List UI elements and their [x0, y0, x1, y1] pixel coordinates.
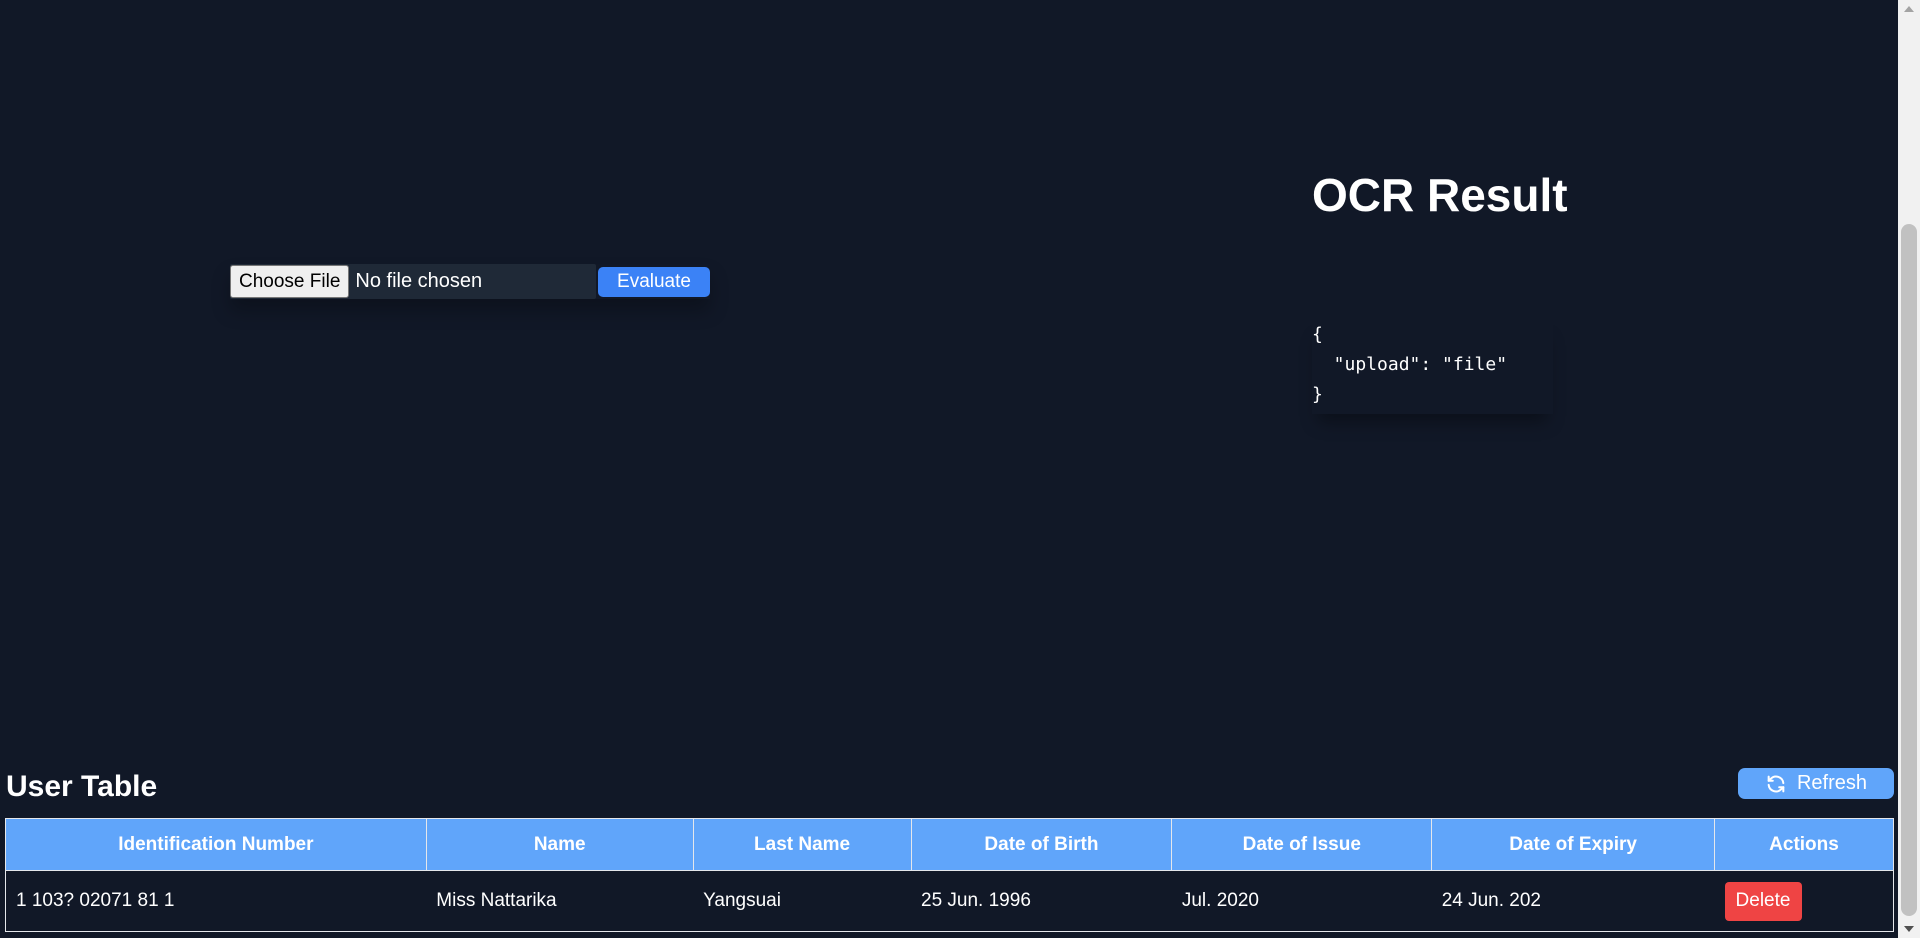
refresh-button[interactable]: Refresh [1738, 768, 1894, 799]
header-date-of-birth[interactable]: Date of Birth [910, 818, 1173, 871]
vertical-scrollbar[interactable] [1898, 0, 1920, 938]
table-row: 1 103? 02071 81 1 Miss Nattarika Yangsua… [5, 870, 1894, 932]
ocr-result-json: { "upload": "file" } [1312, 320, 1553, 414]
table-header-row: Identification Number Name Last Name Dat… [5, 818, 1894, 871]
scroll-down-arrow-icon[interactable] [1904, 926, 1914, 932]
cell-date-of-birth: 25 Jun. 1996 [911, 870, 1172, 932]
upload-form: Choose File No file chosen Evaluate [230, 264, 710, 299]
user-table: Identification Number Name Last Name Dat… [5, 818, 1894, 932]
choose-file-button[interactable]: Choose File [230, 265, 350, 298]
scroll-thumb[interactable] [1901, 224, 1917, 916]
ocr-result-title: OCR Result [1312, 169, 1568, 221]
cell-date-of-issue: Jul. 2020 [1171, 870, 1432, 932]
header-last-name[interactable]: Last Name [692, 818, 912, 871]
file-input[interactable]: Choose File No file chosen [230, 264, 596, 299]
cell-date-of-expiry: 24 Jun. 202 [1431, 870, 1715, 932]
page: Choose File No file chosen Evaluate OCR … [0, 0, 1898, 938]
user-table-title: User Table [6, 770, 158, 803]
header-identification-number[interactable]: Identification Number [5, 818, 427, 871]
header-date-of-issue[interactable]: Date of Issue [1171, 818, 1433, 871]
header-name[interactable]: Name [425, 818, 694, 871]
evaluate-button[interactable]: Evaluate [598, 266, 710, 297]
no-file-chosen-text: No file chosen [355, 270, 483, 292]
refresh-label: Refresh [1796, 772, 1868, 794]
cell-last-name: Yangsuai [693, 870, 912, 932]
header-date-of-expiry[interactable]: Date of Expiry [1431, 818, 1716, 871]
cell-name: Miss Nattarika [426, 870, 694, 932]
cell-identification-number: 1 103? 02071 81 1 [5, 870, 427, 932]
cell-actions: Delete [1714, 870, 1894, 932]
header-actions: Actions [1714, 818, 1894, 871]
delete-button[interactable]: Delete [1724, 881, 1802, 921]
scroll-up-arrow-icon[interactable] [1904, 6, 1914, 12]
refresh-icon [1767, 775, 1785, 792]
